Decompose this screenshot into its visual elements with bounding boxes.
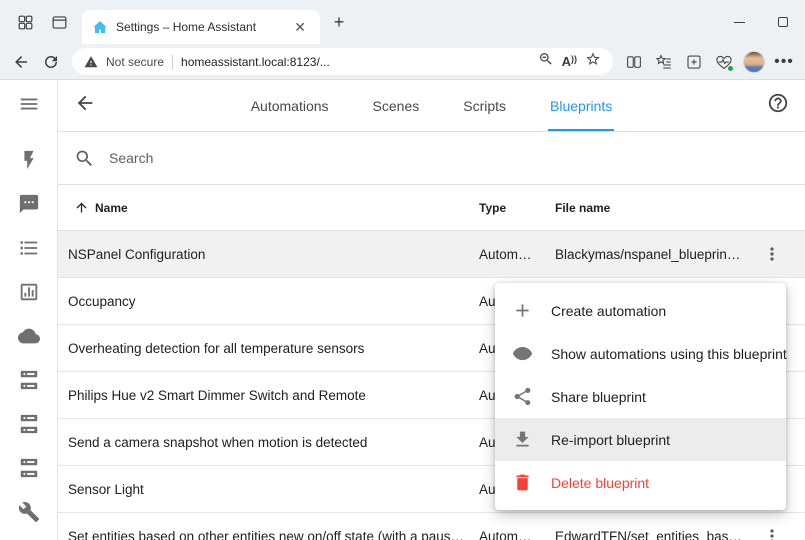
column-header-name[interactable]: Name <box>58 200 479 215</box>
menu-item-reimport-blueprint[interactable]: Re-import blueprint <box>495 418 786 461</box>
ha-back-button[interactable] <box>74 92 96 119</box>
list-icon <box>18 237 40 259</box>
tab-title: Settings – Home Assistant <box>116 20 282 34</box>
sidebar-item-server-3[interactable] <box>0 446 58 490</box>
help-button[interactable] <box>767 92 789 119</box>
row-file: EdwardTFN/set_entities_bas… <box>555 529 740 540</box>
essentials-status-dot <box>727 65 734 72</box>
sidebar-item-energy[interactable] <box>0 138 58 182</box>
help-circle-icon <box>767 92 789 114</box>
server-icon <box>18 413 40 435</box>
sidebar-item-cloud[interactable] <box>0 314 58 358</box>
sort-arrow-up-icon <box>74 200 89 215</box>
row-menu-button[interactable] <box>740 244 804 264</box>
workspaces-icon[interactable] <box>8 5 42 39</box>
browser-tab-bar: Settings – Home Assistant ✕ + <box>0 0 805 44</box>
chart-icon <box>18 281 40 303</box>
ha-header: Automations Scenes Scripts Blueprints <box>58 80 805 132</box>
sidebar-item-server-1[interactable] <box>0 358 58 402</box>
browser-menu-icon[interactable]: ••• <box>769 47 799 77</box>
column-header-type[interactable]: Type <box>479 201 555 215</box>
row-name: Overheating detection for all temperatur… <box>58 341 479 356</box>
read-aloud-icon[interactable]: A)) <box>562 54 577 69</box>
cloud-icon <box>18 325 40 347</box>
download-icon <box>512 429 533 450</box>
zoom-indicator-icon[interactable] <box>538 51 554 72</box>
server-icon <box>18 369 40 391</box>
blueprint-context-menu: Create automation Show automations using… <box>495 283 786 510</box>
sidebar-item-tools[interactable] <box>0 490 58 534</box>
row-type: Autom… <box>479 247 555 262</box>
server-icon <box>18 457 40 479</box>
ha-tab-bar: Automations Scenes Scripts Blueprints <box>96 80 767 131</box>
search-placeholder: Search <box>109 150 153 166</box>
tab-scenes[interactable]: Scenes <box>351 80 442 131</box>
trash-icon <box>512 472 533 493</box>
menu-item-delete-blueprint[interactable]: Delete blueprint <box>495 461 786 504</box>
lightning-icon <box>18 149 40 171</box>
table-row[interactable]: NSPanel Configuration Autom… Blackymas/n… <box>58 231 805 278</box>
menu-item-show-automations[interactable]: Show automations using this blueprint <box>495 332 786 375</box>
menu-item-share-blueprint[interactable]: Share blueprint <box>495 375 786 418</box>
row-name: Occupancy <box>58 294 479 309</box>
home-assistant-favicon <box>92 19 108 35</box>
search-input[interactable]: Search <box>58 132 805 185</box>
browser-tab[interactable]: Settings – Home Assistant ✕ <box>82 10 320 44</box>
split-screen-icon[interactable] <box>619 47 649 77</box>
row-name: Philips Hue v2 Smart Dimmer Switch and R… <box>58 388 479 403</box>
minimize-button[interactable] <box>717 0 761 44</box>
sidebar-item-server-2[interactable] <box>0 402 58 446</box>
ha-sidebar <box>0 80 58 540</box>
plus-icon <box>512 300 533 321</box>
tab-blueprints[interactable]: Blueprints <box>528 80 634 131</box>
tab-automations[interactable]: Automations <box>229 80 351 131</box>
tab-actions-icon[interactable] <box>42 5 76 39</box>
browser-essentials-icon[interactable] <box>709 47 739 77</box>
table-row[interactable]: Set entities based on other entities new… <box>58 513 805 540</box>
wrench-icon <box>18 501 40 523</box>
tab-scripts[interactable]: Scripts <box>441 80 528 131</box>
menu-item-create-automation[interactable]: Create automation <box>495 289 786 332</box>
chat-icon <box>18 193 40 215</box>
hamburger-icon <box>18 93 40 115</box>
not-secure-warning-icon <box>84 55 98 69</box>
tab-close-icon[interactable]: ✕ <box>290 18 310 36</box>
sidebar-item-assist[interactable] <box>0 182 58 226</box>
row-name: Sensor Light <box>58 482 479 497</box>
browser-nav-bar: Not secure homeassistant.local:8123/... … <box>0 44 805 80</box>
table-header: Name Type File name <box>58 185 805 231</box>
row-name: Set entities based on other entities new… <box>58 529 479 540</box>
share-icon <box>512 386 533 407</box>
favorite-star-icon[interactable] <box>585 51 601 72</box>
dots-vertical-icon <box>762 526 782 540</box>
sidebar-item-logbook[interactable] <box>0 226 58 270</box>
url-text: homeassistant.local:8123/... <box>181 55 330 69</box>
address-divider <box>172 55 173 69</box>
row-name: Send a camera snapshot when motion is de… <box>58 435 479 450</box>
column-header-file[interactable]: File name <box>555 201 740 215</box>
maximize-button[interactable] <box>761 0 805 44</box>
arrow-left-icon <box>74 92 96 114</box>
profile-avatar[interactable] <box>739 47 769 77</box>
search-icon <box>74 148 95 169</box>
row-file: Blackymas/nspanel_blueprin… <box>555 247 740 262</box>
eye-icon <box>512 343 533 364</box>
security-label: Not secure <box>106 55 164 69</box>
new-tab-button[interactable]: + <box>324 7 354 37</box>
dots-vertical-icon <box>762 244 782 264</box>
collections-icon[interactable] <box>679 47 709 77</box>
address-bar[interactable]: Not secure homeassistant.local:8123/... … <box>72 48 613 75</box>
row-type: Autom… <box>479 529 555 540</box>
browser-window: Settings – Home Assistant ✕ + Not secure… <box>0 0 805 540</box>
favorites-icon[interactable] <box>649 47 679 77</box>
row-name: NSPanel Configuration <box>58 247 479 262</box>
sidebar-item-history[interactable] <box>0 270 58 314</box>
row-menu-button[interactable] <box>740 526 804 540</box>
back-button[interactable] <box>6 47 36 77</box>
sidebar-menu-button[interactable] <box>0 80 58 128</box>
refresh-button[interactable] <box>36 47 66 77</box>
